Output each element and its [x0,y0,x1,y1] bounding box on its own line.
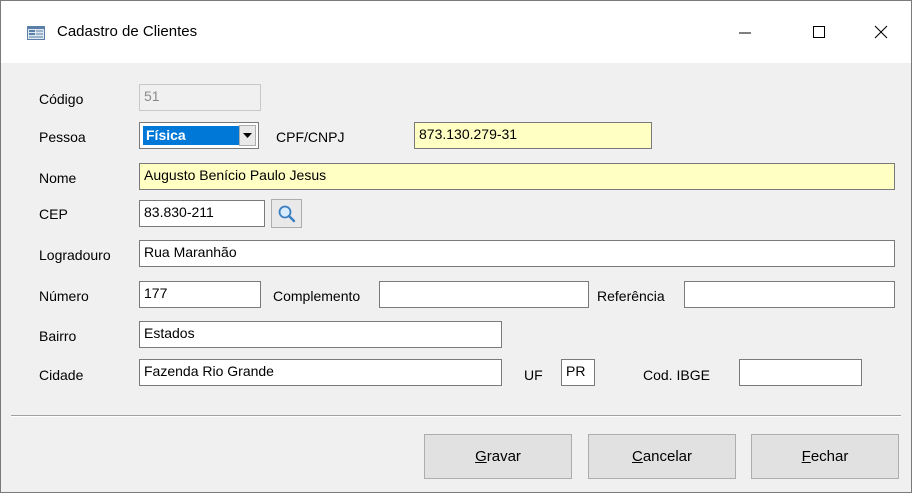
cancelar-button[interactable]: Cancelar [588,434,736,479]
numero-label: Número [39,288,89,304]
maximize-icon [813,26,825,38]
bairro-label: Bairro [39,328,77,344]
cep-field[interactable]: 83.830-211 [139,200,265,227]
gravar-button[interactable]: Gravar [424,434,572,479]
uf-label: UF [524,367,543,383]
fechar-accel-key: F [801,448,811,465]
window-title: Cadastro de Clientes [57,23,198,40]
chevron-down-icon [243,132,252,138]
complemento-label: Complemento [273,288,361,304]
cidade-field[interactable]: Fazenda Rio Grande [139,359,502,386]
cod-ibge-label: Cod. IBGE [643,367,710,383]
bairro-field[interactable]: Estados [139,321,502,348]
cep-label: CEP [39,206,68,222]
logradouro-label: Logradouro [39,247,111,263]
codigo-field: 51 [139,84,261,111]
client-registration-window: Cadastro de Clientes Código 51 Pessoa Fí… [0,0,912,493]
complemento-field[interactable] [379,281,589,308]
logradouro-field[interactable]: Rua Maranhão [139,240,895,267]
separator-line [11,415,901,417]
magnifier-icon [278,205,295,222]
pessoa-selected-value: Física [143,126,239,145]
fechar-label: echar [810,448,849,465]
close-icon [874,25,888,39]
minimize-button[interactable] [715,1,775,63]
title-bar[interactable]: Cadastro de Clientes [1,1,911,63]
form-icon [27,26,45,40]
minimize-icon [739,32,751,34]
referencia-label: Referência [597,288,665,304]
fechar-button[interactable]: Fechar [751,434,899,479]
cidade-label: Cidade [39,367,84,383]
cancelar-accel-key: C [631,448,643,465]
close-button[interactable] [851,1,911,63]
nome-label: Nome [39,170,77,186]
cep-search-button[interactable] [271,199,302,228]
referencia-field[interactable] [684,281,895,308]
cancelar-label: ancelar [642,448,693,465]
cpf-cnpj-field[interactable]: 873.130.279-31 [414,122,652,149]
gravar-accel-key: G [475,448,487,465]
numero-field[interactable]: 177 [139,281,261,308]
cpf-cnpj-label: CPF/CNPJ [276,129,345,145]
cod-ibge-field[interactable] [739,359,862,386]
pessoa-select[interactable]: Física [139,122,259,149]
codigo-label: Código [39,91,84,107]
pessoa-label: Pessoa [39,129,86,145]
nome-field[interactable]: Augusto Benício Paulo Jesus [139,163,895,190]
dropdown-arrow-button[interactable] [239,125,256,146]
maximize-button[interactable] [789,1,849,63]
gravar-label: ravar [486,448,521,465]
uf-field[interactable]: PR [561,359,595,386]
